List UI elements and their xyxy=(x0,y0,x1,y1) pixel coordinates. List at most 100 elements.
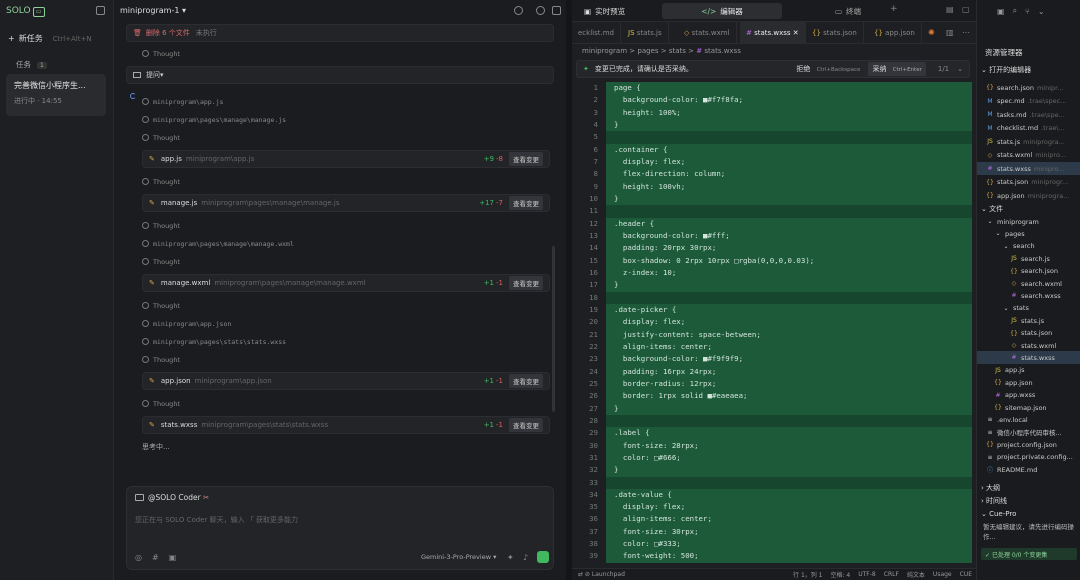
tree-folder[interactable]: ⌄ search xyxy=(977,240,1080,253)
thought-item[interactable]: Thought xyxy=(142,356,180,364)
tab-editor[interactable]: </> 编辑器 xyxy=(662,3,782,19)
thought-item[interactable]: Thought xyxy=(142,302,180,310)
tree-file[interactable]: ≡ 微信小程序代码审核... xyxy=(977,426,1080,439)
tree-file[interactable]: {} search.json xyxy=(977,265,1080,278)
tree-file[interactable]: ⓘ README.md xyxy=(977,463,1080,476)
tree-file[interactable]: ◇ search.wxml xyxy=(977,277,1080,290)
code-editor[interactable]: 1 page {2 background-color: ■#f7f8fa; 3 h… xyxy=(572,82,972,570)
maximize-icon[interactable]: ▢ xyxy=(962,5,970,14)
task-item[interactable]: 完善微信小程序生... 进行中 · 14:55 xyxy=(6,74,106,116)
chevron-down-icon[interactable]: ⌄ xyxy=(957,65,963,73)
gear-icon[interactable]: ✺ xyxy=(928,28,935,37)
tab-live-preview[interactable]: ▣ 实时预览 xyxy=(576,3,633,19)
code-line[interactable]: 14 padding: 20rpx 30rpx; xyxy=(572,242,972,255)
send-button[interactable] xyxy=(537,551,549,563)
tree-folder[interactable]: ⌄ pages xyxy=(977,227,1080,240)
open-editor-item[interactable]: Mchecklist.md .trae\... xyxy=(977,122,1080,135)
file-tab[interactable]: ecklist.md xyxy=(572,22,621,44)
read-file-item[interactable]: miniprogram\app.js xyxy=(142,98,223,106)
code-line[interactable]: 21 justify-content: space-between; xyxy=(572,328,972,341)
open-editor-item[interactable]: {} stats.json miniprogr... xyxy=(977,176,1080,189)
file-change-card[interactable]: ✎ app.json miniprogram\app.json +1 -1 查看变更 xyxy=(142,372,550,390)
enhance-icon[interactable]: ✦ xyxy=(507,553,514,562)
code-line[interactable]: 7 display: flex; xyxy=(572,155,972,169)
line-ending[interactable]: CRLF xyxy=(884,571,899,578)
split-icon[interactable]: ▤ xyxy=(946,5,954,14)
code-line[interactable]: 10 } xyxy=(572,192,972,206)
toggle-sidebar-icon[interactable] xyxy=(96,6,105,15)
chat-input[interactable]: 您正在与 SOLO Coder 聊天，输入 「 获取更多能力 xyxy=(135,515,298,525)
crumb[interactable]: pages xyxy=(637,47,658,55)
code-line[interactable]: 16 z-index: 10; xyxy=(572,266,972,280)
tree-file[interactable]: {} sitemap.json xyxy=(977,401,1080,414)
code-line[interactable]: 2 background-color: ■#f7f8fa; xyxy=(572,94,972,107)
code-line[interactable]: 11 xyxy=(572,205,972,218)
file-change-card[interactable]: ✎ stats.wxss miniprogram\pages\stats\stats… xyxy=(142,416,550,434)
code-line[interactable]: 22 align-items: center; xyxy=(572,340,972,354)
at-icon[interactable]: ◎ xyxy=(135,553,142,562)
tree-file[interactable]: JS app.js xyxy=(977,364,1080,377)
file-tab-active[interactable]: # stats.wxss ✕ xyxy=(740,22,806,44)
cue-header[interactable]: ⌄ Cue-Pro xyxy=(981,510,1016,518)
view-changes-button[interactable]: 查看变更 xyxy=(509,276,543,290)
file-tab[interactable]: {} stats.json xyxy=(806,22,864,44)
code-line[interactable]: 12 .header { xyxy=(572,217,972,230)
code-line[interactable]: 4 } xyxy=(572,118,972,132)
tree-file[interactable]: JS stats.js xyxy=(977,314,1080,327)
crumb[interactable]: miniprogram xyxy=(582,47,627,55)
tree-file[interactable]: ≡ project.private.config... xyxy=(977,451,1080,464)
open-editor-item[interactable]: Mspec.md .trae\spec... xyxy=(977,95,1080,108)
code-line[interactable]: 13 background-color: ■#fff; xyxy=(572,229,972,243)
reject-button[interactable]: 拒绝 Ctrl+Backspace xyxy=(796,64,860,74)
view-changes-button[interactable]: 查看变更 xyxy=(509,418,543,432)
indent-setting[interactable]: 空格: 4 xyxy=(831,570,851,579)
code-line[interactable]: 1 page { xyxy=(572,82,972,95)
file-tab[interactable]: JS stats.js xyxy=(622,22,669,44)
tree-file[interactable]: JS search.js xyxy=(977,252,1080,265)
code-line[interactable]: 19 .date-picker { xyxy=(572,303,972,317)
thought-item[interactable]: Thought xyxy=(142,222,180,230)
code-line[interactable]: 36 align-items: center; xyxy=(572,513,972,526)
code-line[interactable]: 25 border-radius: 12rpx; xyxy=(572,377,972,391)
read-file-item[interactable]: miniprogram\pages\manage\manage.wxml xyxy=(142,240,294,248)
hash-icon[interactable]: # xyxy=(152,553,159,562)
code-line[interactable]: 31 color: □#666; xyxy=(572,451,972,465)
tree-folder[interactable]: ⌄ miniprogram xyxy=(977,215,1080,228)
open-editor-item[interactable]: {} app.json miniprogra... xyxy=(977,189,1080,202)
code-line[interactable]: 18 xyxy=(572,291,972,304)
code-line[interactable]: 29 .label { xyxy=(572,427,972,440)
open-editors-header[interactable]: ⌄ 打开的编辑器 xyxy=(981,65,1031,75)
file-tab[interactable]: {} app.json xyxy=(868,22,922,44)
view-changes-button[interactable]: 查看变更 xyxy=(509,152,543,166)
code-line[interactable]: 33 xyxy=(572,476,972,489)
thought-item[interactable]: Thought xyxy=(142,178,180,186)
launchpad-item[interactable]: ⇄ ⊘ Launchpad xyxy=(578,571,625,578)
code-line[interactable]: 9 height: 100vh; xyxy=(572,180,972,193)
open-editor-item[interactable]: {} search.json minipr... xyxy=(977,81,1080,94)
model-selector[interactable]: Gemini-3-Pro-Preview ▾ xyxy=(421,553,496,561)
cue-item[interactable]: CUE xyxy=(960,571,972,578)
agent-mention[interactable]: @SOLO Coder ✂ xyxy=(135,493,209,502)
open-editor-item[interactable]: JS stats.js miniprogra... xyxy=(977,135,1080,148)
outline-header[interactable]: › 大纲 xyxy=(981,483,1000,493)
crumb[interactable]: stats.wxss xyxy=(704,47,740,55)
more-icon[interactable]: ⋯ xyxy=(962,28,970,37)
tree-file[interactable]: {} stats.json xyxy=(977,327,1080,340)
chevron-down-icon[interactable]: ⌄ xyxy=(1038,7,1045,16)
encoding[interactable]: UTF-8 xyxy=(858,571,876,578)
add-tab-icon[interactable]: + xyxy=(890,4,898,14)
search-icon[interactable]: ⌕ xyxy=(1013,6,1017,16)
code-line[interactable]: 17 } xyxy=(572,279,972,292)
file-change-card[interactable]: ✎ manage.js miniprogram\pages\manage\manag… xyxy=(142,194,550,212)
view-changes-button[interactable]: 查看变更 xyxy=(509,196,543,210)
code-line[interactable]: 23 background-color: ■#f9f9f9; xyxy=(572,353,972,366)
open-editor-item[interactable]: ◇ stats.wxml minipro... xyxy=(977,149,1080,162)
code-line[interactable]: 35 display: flex; xyxy=(572,501,972,514)
tree-file[interactable]: # stats.wxss xyxy=(977,351,1080,365)
code-line[interactable]: 20 display: flex; xyxy=(572,316,972,329)
code-line[interactable]: 26 border: 1rpx solid ■#eaeaea; xyxy=(572,390,972,403)
timeline-header[interactable]: › 时间线 xyxy=(981,496,1007,506)
mic-icon[interactable]: ♪ xyxy=(523,553,528,562)
thought-item[interactable]: Thought xyxy=(142,134,180,142)
image-icon[interactable]: ▣ xyxy=(169,553,177,562)
